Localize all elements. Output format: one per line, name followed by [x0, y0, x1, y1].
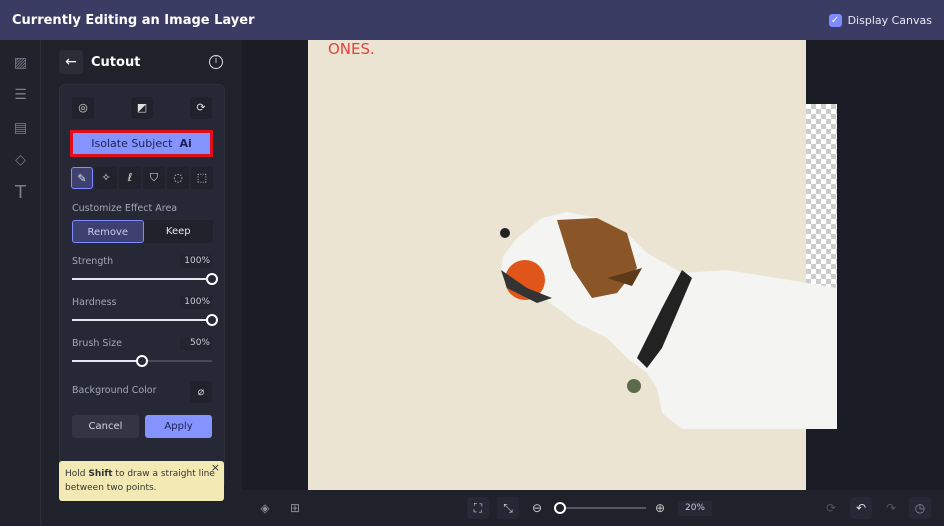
- panel-title: Cutout: [91, 54, 141, 70]
- keep-button[interactable]: Keep: [144, 220, 214, 243]
- invert-mask-icon[interactable]: ◩: [131, 97, 153, 119]
- display-canvas-toggle[interactable]: ✓ Display Canvas: [828, 13, 932, 27]
- zoom-out-icon[interactable]: ⊖: [526, 497, 548, 519]
- zoom-in-icon[interactable]: ⊕: [649, 497, 671, 519]
- selection-tools: ✎ ✧ ℓ ⛉ ◌ ⬚: [71, 167, 213, 189]
- polygon-lasso-icon[interactable]: ⛉: [143, 167, 165, 189]
- isolate-label: Isolate Subject: [91, 137, 173, 150]
- brush-size-label: Brush Size: [72, 338, 122, 349]
- hardness-slider[interactable]: [72, 314, 218, 326]
- customize-label: Customize Effect Area: [72, 203, 178, 214]
- tool-rail: ▨ ☰ ▤ ◇ T: [0, 40, 41, 526]
- hardness-value[interactable]: 100%: [180, 296, 212, 309]
- text-icon[interactable]: T: [12, 184, 29, 202]
- undo-icon[interactable]: ↶: [850, 497, 872, 519]
- tip-key: Shift: [88, 469, 113, 479]
- background-color-label: Background Color: [72, 385, 157, 396]
- apply-button[interactable]: Apply: [145, 415, 212, 438]
- isolate-subject-button[interactable]: Isolate Subject Ai: [70, 130, 213, 157]
- brush-size-value[interactable]: 50%: [180, 337, 212, 350]
- workspace: ONES.: [242, 40, 944, 490]
- window-title: Currently Editing an Image Layer: [12, 12, 255, 28]
- layout-icon[interactable]: ▤: [12, 120, 29, 137]
- history-icon[interactable]: ◷: [909, 497, 931, 519]
- rect-select-icon[interactable]: ⬚: [191, 167, 213, 189]
- redo-icon[interactable]: ↷: [880, 497, 902, 519]
- layers-icon[interactable]: ◈: [254, 497, 276, 519]
- shapes-icon[interactable]: ◇: [12, 152, 29, 169]
- no-color-icon[interactable]: ⌀: [190, 381, 212, 403]
- ai-badge: Ai: [179, 137, 192, 150]
- instagram-icon[interactable]: ◎: [72, 97, 94, 119]
- strength-label: Strength: [72, 256, 114, 267]
- back-arrow-icon[interactable]: ←: [59, 50, 83, 74]
- hardness-label: Hardness: [72, 297, 117, 308]
- refresh-icon[interactable]: ⟳: [820, 497, 842, 519]
- top-bar: Currently Editing an Image Layer ✓ Displ…: [0, 0, 944, 40]
- grid-icon[interactable]: ⊞: [284, 497, 306, 519]
- brush-icon[interactable]: ✎: [71, 167, 93, 189]
- brush-size-slider[interactable]: [72, 355, 212, 367]
- sliders-icon[interactable]: ☰: [12, 87, 29, 104]
- strength-slider[interactable]: [72, 273, 218, 285]
- effect-area-toggle: Remove Keep: [72, 220, 213, 243]
- zoom-value[interactable]: 20%: [678, 501, 712, 516]
- dog-image-layer[interactable]: [497, 208, 837, 433]
- zoom-slider[interactable]: [554, 502, 646, 514]
- checkbox-checked-icon[interactable]: ✓: [828, 13, 842, 27]
- display-canvas-label: Display Canvas: [847, 13, 932, 27]
- tip-text-pre: Hold: [65, 469, 89, 479]
- close-icon[interactable]: ×: [211, 461, 220, 475]
- ellipse-select-icon[interactable]: ◌: [167, 167, 189, 189]
- remove-button[interactable]: Remove: [72, 220, 144, 243]
- bottom-toolbar: ◈ ⊞ ⛶ ⤡ ⊖ ⊕ 20% ⟳ ↶ ↷ ◷: [242, 490, 944, 526]
- info-icon[interactable]: i: [209, 55, 223, 69]
- shift-tip: Hold Shift to draw a straight line betwe…: [59, 461, 224, 501]
- shrink-icon[interactable]: ⤡: [497, 497, 519, 519]
- cutout-panel: ← Cutout i ◎ ◩ ⟳ Isolate Subject Ai ✎ ✧ …: [41, 40, 242, 526]
- lasso-icon[interactable]: ℓ: [119, 167, 141, 189]
- cancel-button[interactable]: Cancel: [72, 415, 139, 438]
- magic-wand-icon[interactable]: ✧: [95, 167, 117, 189]
- cutout-card: ◎ ◩ ⟳ Isolate Subject Ai ✎ ✧ ℓ ⛉ ◌ ⬚ Cus…: [59, 84, 225, 489]
- reset-icon[interactable]: ⟳: [190, 97, 212, 119]
- strength-value[interactable]: 100%: [180, 255, 212, 268]
- image-icon[interactable]: ▨: [12, 55, 29, 72]
- fit-screen-icon[interactable]: ⛶: [467, 497, 489, 519]
- canvas-text: ONES.: [328, 40, 375, 58]
